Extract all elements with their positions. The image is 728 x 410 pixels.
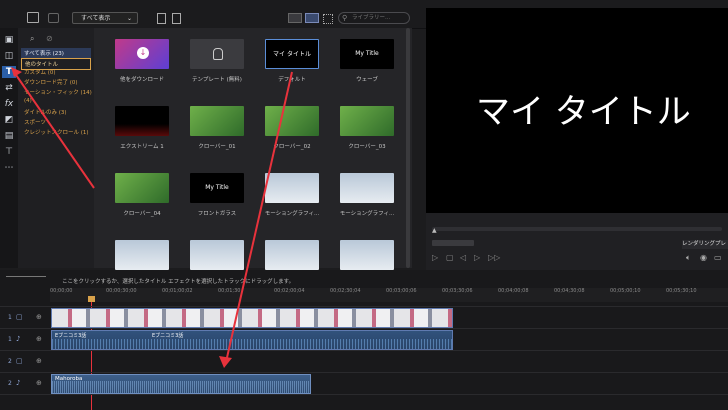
arrow-head-timeline <box>219 356 232 368</box>
arrow-to-timeline <box>225 71 293 363</box>
annotation-arrows <box>11 67 293 368</box>
arrow-to-title-tool <box>13 71 95 189</box>
